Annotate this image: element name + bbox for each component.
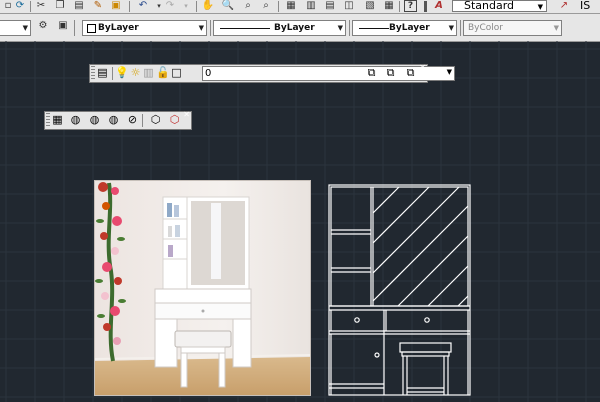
toolbar-grip[interactable]: [91, 66, 95, 81]
zoom-previous-icon[interactable]: ⌕: [258, 0, 274, 12]
properties-toolbar: ▼ ⚙ ▣ ByLayer ▼ ByLayer ▼ ByLayer ▼ ByCo…: [0, 14, 600, 42]
dimension-style-icon[interactable]: ↗: [556, 0, 572, 12]
3d-view-icon[interactable]: ▦: [51, 114, 64, 126]
linetype-sample: [220, 28, 270, 29]
lock-icon[interactable]: 🔓: [156, 67, 170, 79]
toolbar-separator: [278, 1, 279, 12]
calculator-icon[interactable]: ▦: [381, 0, 397, 12]
undo-icon[interactable]: ↶: [135, 0, 151, 12]
toolbar-separator: [196, 1, 197, 12]
viewport-freeze-icon[interactable]: ▥: [142, 67, 155, 79]
lineweight-combo[interactable]: ByLayer ▼: [352, 20, 457, 36]
layer-previous-icon[interactable]: ⧉: [384, 67, 397, 79]
match-properties-icon[interactable]: ✎: [90, 0, 106, 12]
sheet-set-icon[interactable]: ◫: [341, 0, 357, 12]
zoom-realtime-icon[interactable]: 🔍: [220, 0, 236, 12]
toolbar-grip[interactable]: [46, 113, 50, 128]
reference-photo[interactable]: [94, 180, 311, 396]
text-style-value: Standard: [464, 0, 515, 12]
paste-icon[interactable]: ▤: [71, 0, 87, 12]
chevron-down-icon[interactable]: ▼: [554, 21, 559, 35]
toolbar-separator: [30, 1, 31, 12]
layer-manager-icon[interactable]: ▤: [96, 67, 109, 79]
zoom-window-icon[interactable]: ⌕: [240, 0, 256, 12]
text-style-combo[interactable]: Standard ▼: [452, 0, 547, 12]
redo-icon[interactable]: ↷: [162, 0, 178, 12]
toolbar-separator: [460, 20, 461, 36]
color-swatch-icon: [87, 24, 96, 33]
redo-dropdown-icon[interactable]: ▾: [178, 0, 194, 12]
tool-palettes-icon[interactable]: ▤: [322, 0, 338, 12]
freeze-icon[interactable]: ☼: [129, 67, 142, 79]
make-current-icon[interactable]: ⧉: [365, 67, 378, 79]
plotstyle-combo[interactable]: ByColor ▼: [463, 20, 562, 36]
dressing-table-photo: [95, 181, 310, 395]
properties-icon[interactable]: ▦: [283, 0, 299, 12]
layer-states-icon[interactable]: ⧉: [404, 67, 417, 79]
chevron-down-icon[interactable]: ▼: [538, 2, 543, 12]
toolbar-separator: [424, 1, 427, 12]
cut-icon[interactable]: ✂: [33, 0, 49, 12]
orbit-toolbar: ▦ ◍ ◍ ◍ ⊘ ⬡ ⬡ ✕: [44, 111, 192, 130]
lineweight-sample: [359, 28, 389, 29]
color-swatch-icon: □: [171, 66, 182, 79]
orbit-icon[interactable]: ◍: [69, 114, 82, 126]
mirror-hatch: [372, 186, 469, 307]
toolbar-separator: [129, 1, 130, 12]
color-combo[interactable]: ByLayer ▼: [82, 20, 207, 36]
toolbar-separator: [142, 114, 143, 127]
publish-icon[interactable]: ⟳: [12, 0, 28, 12]
help-icon[interactable]: ?: [404, 0, 417, 12]
markup-icon[interactable]: ▧: [362, 0, 378, 12]
plotstyle-combo-value: ByColor: [468, 23, 503, 33]
standard-toolbar: ▫ ⟳ ✂ ❐ ▤ ✎ ▣ ↶ ▾ ↷ ▾ ✋ 🔍 ⌕ ⌕ ▦ ▥ ▤ ◫ ▧ …: [0, 0, 600, 14]
constrained-orbit-icon[interactable]: ◍: [88, 114, 101, 126]
design-center-icon[interactable]: ▥: [303, 0, 319, 12]
toolbar-separator: [210, 20, 211, 36]
color-combo-value: ByLayer: [98, 23, 139, 33]
linetype-combo-value: ByLayer: [274, 23, 315, 33]
continuous-orbit-icon[interactable]: ⊘: [126, 114, 139, 126]
workspace-combo-partial[interactable]: ▼: [0, 20, 31, 36]
chevron-down-icon[interactable]: ▼: [199, 21, 204, 35]
chevron-down-icon[interactable]: ▼: [447, 68, 452, 76]
close-icon[interactable]: ✕: [419, 64, 426, 72]
pan-icon[interactable]: ✋: [200, 0, 216, 12]
dressing-table-cad-drawing[interactable]: [326, 183, 474, 397]
workspace-settings-icon[interactable]: ⚙: [35, 20, 51, 32]
text-style-icon[interactable]: A: [431, 0, 447, 12]
current-layer-name: 0: [205, 68, 212, 79]
chevron-down-icon[interactable]: ▼: [23, 21, 28, 35]
layer-on-icon[interactable]: 💡: [115, 67, 129, 79]
toolbar-separator: [399, 1, 400, 12]
linetype-combo[interactable]: ByLayer ▼: [213, 20, 346, 36]
toolbar-separator: [349, 20, 350, 36]
layer-properties-icon[interactable]: ▣: [55, 20, 71, 32]
walk-icon[interactable]: ⬡: [168, 114, 181, 126]
layer-combo[interactable]: 0 ▼: [202, 66, 455, 81]
cad-linework: [328, 184, 471, 396]
layers-toolbar: ▤ 💡 ☼ ▥ 🔓 □ 0 ▼ ⧉ ⧉ ⧉ ✕: [89, 64, 455, 83]
close-icon[interactable]: ✕: [183, 111, 190, 119]
chevron-down-icon[interactable]: ▼: [338, 21, 343, 35]
dimension-style-combo-partial[interactable]: IS: [580, 0, 590, 11]
lineweight-combo-value: ByLayer: [389, 23, 430, 33]
copy-icon[interactable]: ❐: [52, 0, 68, 12]
chevron-down-icon[interactable]: ▼: [449, 21, 454, 35]
toolbar-separator: [74, 20, 75, 36]
top-view-icon[interactable]: ⬡: [149, 114, 162, 126]
free-orbit-icon[interactable]: ◍: [107, 114, 120, 126]
block-editor-icon[interactable]: ▣: [108, 0, 124, 12]
toolbar-separator: [112, 67, 113, 80]
